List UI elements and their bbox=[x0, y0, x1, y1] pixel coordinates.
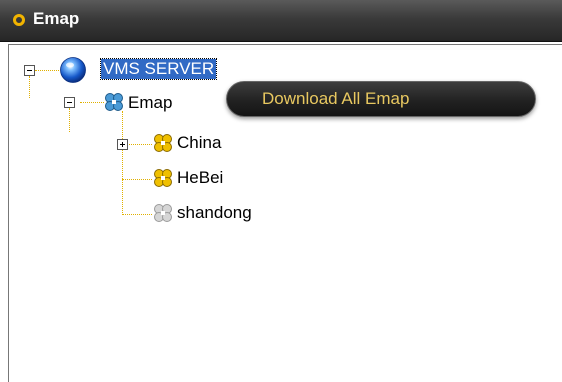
emap-panel: Emap VMS SERVER Emap China HeBei shandon… bbox=[0, 0, 562, 382]
tree-line bbox=[122, 214, 152, 215]
tree-node-emap[interactable]: Emap bbox=[128, 93, 172, 113]
download-all-emap-menu-item[interactable]: Download All Emap bbox=[262, 89, 409, 109]
tree-line bbox=[29, 76, 30, 98]
tree-line bbox=[122, 179, 152, 180]
expand-toggle[interactable] bbox=[117, 139, 128, 150]
panel-title: Emap bbox=[33, 9, 80, 28]
tree-line bbox=[80, 102, 104, 103]
tree-line bbox=[69, 108, 70, 132]
tree-node-vms-server[interactable]: VMS SERVER bbox=[99, 58, 218, 80]
globe-icon bbox=[60, 57, 86, 83]
bullet-ring-icon bbox=[13, 14, 25, 26]
puzzle-icon bbox=[154, 204, 172, 222]
panel-header: Emap bbox=[0, 0, 562, 42]
collapse-toggle[interactable] bbox=[64, 97, 75, 108]
tree-node-china[interactable]: China bbox=[177, 133, 221, 153]
tree-line bbox=[122, 111, 123, 215]
puzzle-icon bbox=[154, 169, 172, 187]
puzzle-icon bbox=[154, 134, 172, 152]
tree-line bbox=[126, 144, 152, 145]
puzzle-icon bbox=[105, 93, 123, 111]
tree-line bbox=[35, 70, 59, 71]
tree-node-shandong[interactable]: shandong bbox=[177, 203, 252, 223]
collapse-toggle[interactable] bbox=[24, 65, 35, 76]
context-menu: Download All Emap bbox=[226, 81, 536, 117]
tree-node-hebei[interactable]: HeBei bbox=[177, 168, 223, 188]
